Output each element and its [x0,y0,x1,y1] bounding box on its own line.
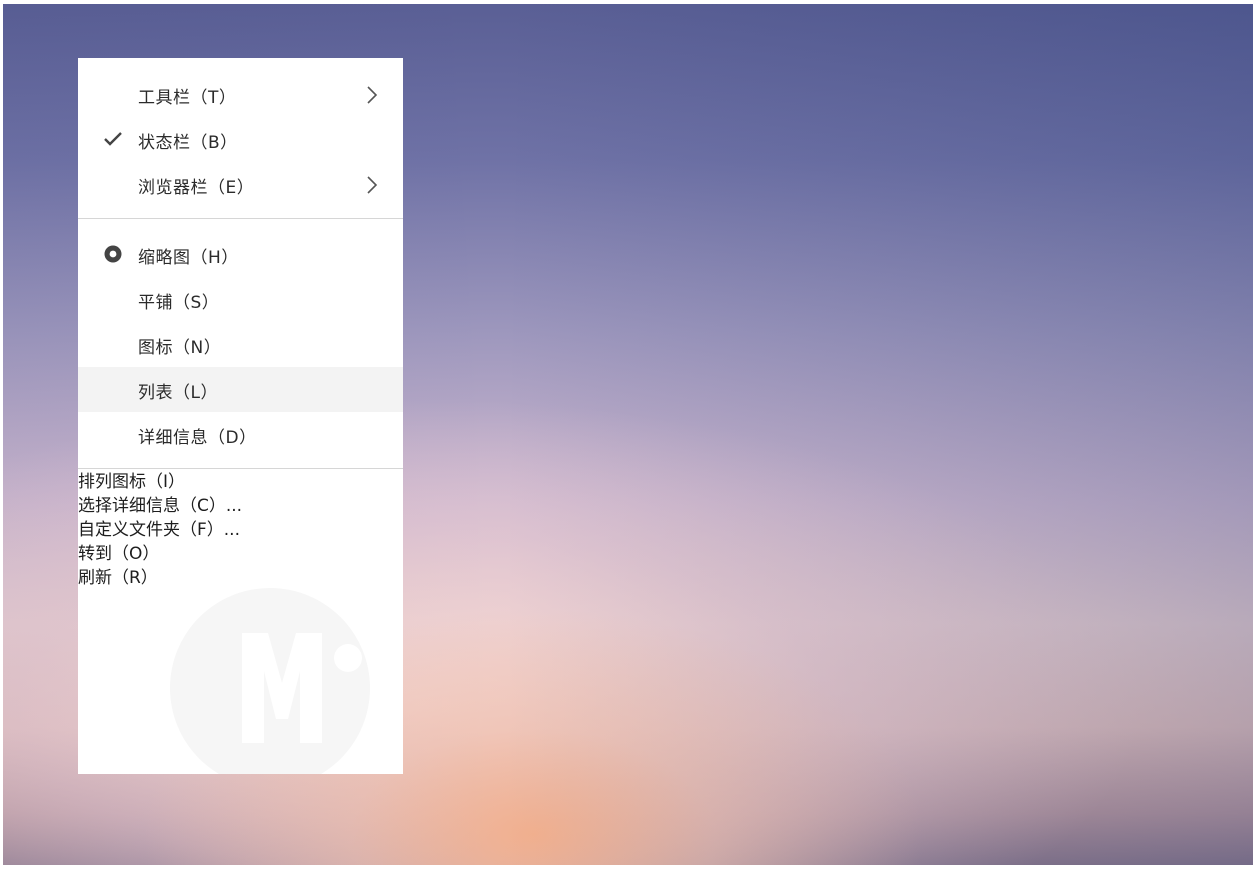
chevron-right-icon [365,174,379,196]
menu-item-customize-folder[interactable]: 自定义文件夹（F）... [78,518,240,542]
menu-item-label: 状态栏（B） [138,133,238,153]
menu-item-statusbar[interactable]: 状态栏（B） [78,117,403,162]
radio-dot-icon [102,243,124,265]
menu-item-toolbar[interactable]: 工具栏（T） [78,72,403,117]
menu-item-label: 图标（N） [138,338,222,358]
menu-item-label: 详细信息（D） [138,428,257,448]
menu-separator [78,218,403,219]
menu-item-go-to[interactable]: 转到（O） [78,542,159,566]
menu-item-label: 缩略图（H） [138,248,239,268]
menu-item-refresh[interactable]: 刷新（R） [78,566,158,590]
watermark-logo [170,588,370,774]
menu-separator [78,468,403,469]
menu-item-label: 浏览器栏（E） [138,178,255,198]
chevron-right-icon [365,84,379,106]
menu-item-details[interactable]: 详细信息（D） [78,412,403,457]
menu-item-list[interactable]: 列表（L） [78,367,403,412]
checkmark-icon [102,128,124,150]
menu-item-browser-bar[interactable]: 浏览器栏（E） [78,162,403,207]
menu-item-label: 工具栏（T） [138,88,237,108]
menu-item-icons[interactable]: 图标（N） [78,322,403,367]
menu-item-label: 列表（L） [138,383,218,403]
menu-item-arrange-icons[interactable]: 排列图标（I） [78,470,185,494]
menu-item-label: 平铺（S） [138,293,220,313]
menu-item-choose-details[interactable]: 选择详细信息（C）... [78,494,242,518]
context-menu: 工具栏（T） 状态栏（B） 浏览器栏（E） 缩略图（H） 平铺（S） 图标（N）… [78,58,403,774]
menu-item-thumbnails[interactable]: 缩略图（H） [78,232,403,277]
menu-item-tiles[interactable]: 平铺（S） [78,277,403,322]
